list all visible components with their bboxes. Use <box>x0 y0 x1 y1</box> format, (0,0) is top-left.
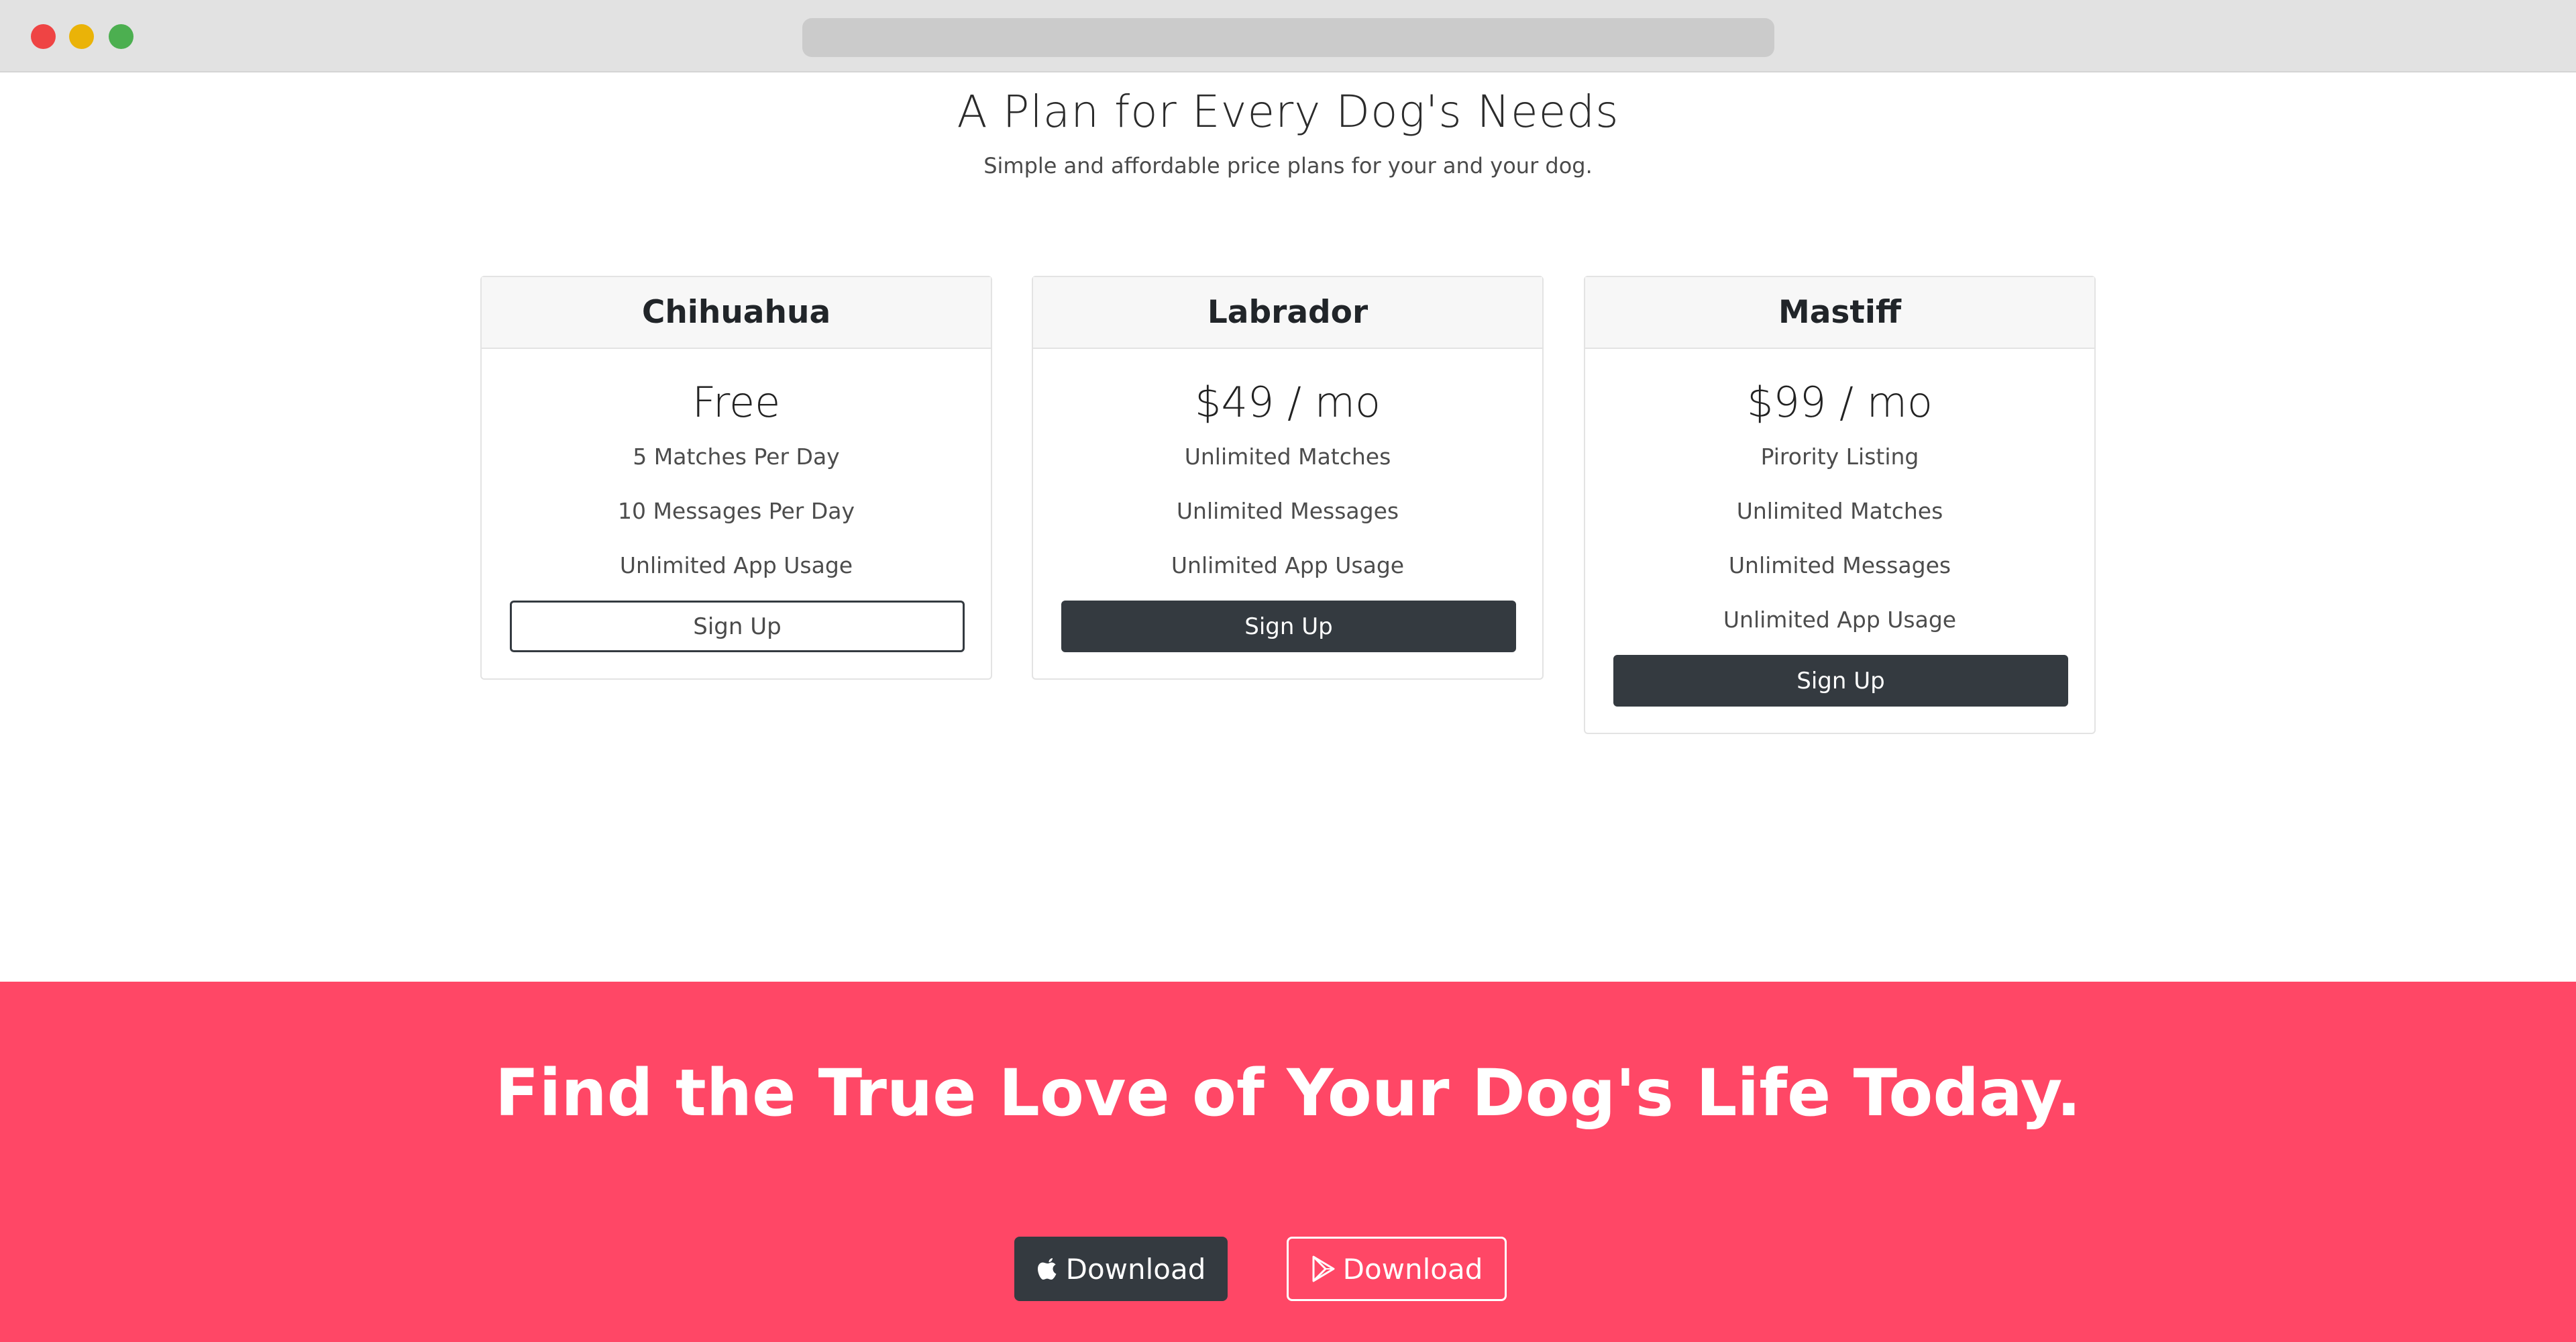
page-title: A Plan for Every Dog's Needs <box>957 86 1619 138</box>
plan-name: Mastiff <box>1585 277 2094 349</box>
app-store-download-label: Download <box>1065 1252 1206 1286</box>
address-bar[interactable] <box>802 18 1774 57</box>
feature-item: Pirority Listing <box>1760 444 1919 470</box>
signup-button-chihuahua[interactable]: Sign Up <box>510 601 965 652</box>
feature-item: Unlimited App Usage <box>619 552 853 578</box>
feature-item: Unlimited Matches <box>1736 498 1943 524</box>
window-maximize-button[interactable] <box>109 24 133 49</box>
pricing-card-mastiff: Mastiff $99 / mo Pirority Listing Unlimi… <box>1584 276 2096 734</box>
signup-button-labrador[interactable]: Sign Up <box>1061 601 1516 652</box>
plan-price: Free <box>692 378 781 427</box>
pricing-card-chihuahua: Chihuahua Free 5 Matches Per Day 10 Mess… <box>480 276 992 680</box>
signup-button-mastiff[interactable]: Sign Up <box>1613 655 2068 707</box>
window-close-button[interactable] <box>31 24 56 49</box>
pricing-card-labrador: Labrador $49 / mo Unlimited Matches Unli… <box>1032 276 1544 680</box>
google-play-download-label: Download <box>1342 1252 1483 1286</box>
feature-list: Unlimited Matches Unlimited Messages Unl… <box>1033 435 1542 598</box>
apple-icon <box>1036 1255 1059 1282</box>
page-subtitle: Simple and affordable price plans for yo… <box>983 153 1593 178</box>
google-play-download-button[interactable]: Download <box>1287 1237 1507 1301</box>
feature-list: 5 Matches Per Day 10 Messages Per Day Un… <box>482 435 991 598</box>
plan-price: $49 / mo <box>1195 378 1381 427</box>
feature-item: 10 Messages Per Day <box>617 498 855 524</box>
plan-name: Chihuahua <box>482 277 991 349</box>
app-store-download-button[interactable]: Download <box>1014 1237 1228 1301</box>
cta-title: Find the True Love of Your Dog's Life To… <box>494 1055 2082 1131</box>
browser-chrome <box>0 0 2576 72</box>
window-minimize-button[interactable] <box>69 24 94 49</box>
cta-section: Find the True Love of Your Dog's Life To… <box>0 982 2576 1342</box>
google-play-icon <box>1311 1255 1336 1283</box>
feature-item: Unlimited App Usage <box>1723 607 1957 633</box>
feature-item: Unlimited App Usage <box>1171 552 1405 578</box>
plan-name: Labrador <box>1033 277 1542 349</box>
feature-item: Unlimited Matches <box>1184 444 1391 470</box>
feature-item: 5 Matches Per Day <box>633 444 840 470</box>
feature-list: Pirority Listing Unlimited Matches Unlim… <box>1585 435 2094 652</box>
feature-item: Unlimited Messages <box>1176 498 1399 524</box>
feature-item: Unlimited Messages <box>1728 552 1951 578</box>
plan-price: $99 / mo <box>1747 378 1933 427</box>
